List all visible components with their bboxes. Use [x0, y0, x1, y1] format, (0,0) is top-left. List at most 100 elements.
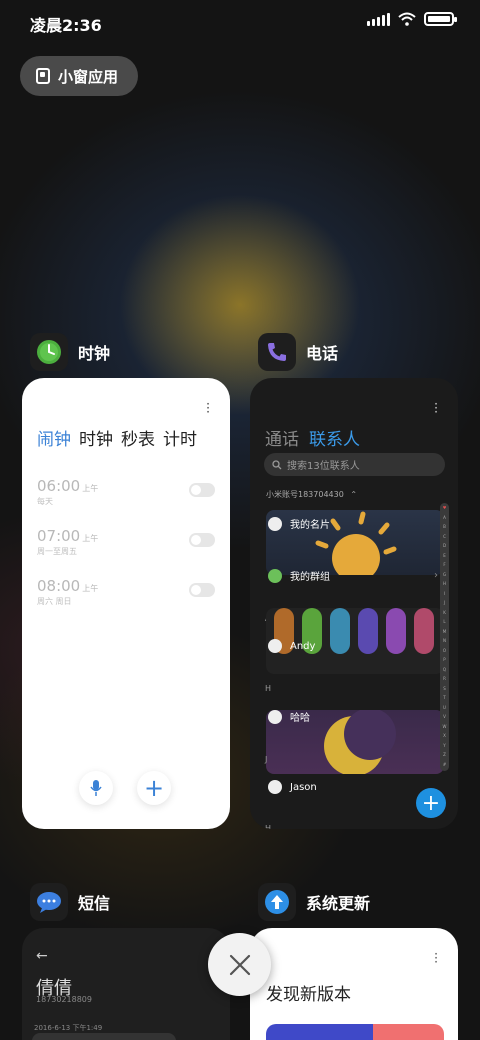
tab-calls[interactable]: 通话	[265, 425, 299, 450]
alarm-repeat: 周一至周五	[37, 547, 77, 556]
alarm-toggle[interactable]	[189, 583, 215, 597]
more-options-icon[interactable]: · · ·	[434, 948, 438, 968]
phone-app-name: 电话	[306, 344, 339, 363]
update-app-name: 系统更新	[306, 894, 371, 913]
alarm-toggle[interactable]	[189, 483, 215, 497]
jason-contact[interactable]: Jason	[268, 780, 317, 794]
index-letter[interactable]: C	[440, 532, 449, 542]
index-letter[interactable]: F	[440, 560, 449, 570]
index-letter[interactable]: U	[440, 703, 449, 713]
sms-app-card[interactable]: ← 倩倩 18730218809 2016-6-13 下午1:49	[22, 928, 230, 1040]
andy-label: Andy	[290, 640, 316, 652]
sms-contact-number: 18730218809	[36, 995, 92, 1004]
phone-app-icon	[258, 333, 296, 371]
sms-message-bubble	[32, 1033, 176, 1040]
update-headline: 发现新版本	[266, 985, 351, 1005]
index-letter[interactable]: O	[440, 646, 449, 656]
index-letter[interactable]: D	[440, 541, 449, 551]
haha-contact[interactable]: 哈哈	[268, 709, 310, 724]
person-icon	[268, 709, 282, 724]
jason-label: Jason	[290, 781, 317, 793]
tab-contacts[interactable]: 联系人	[309, 425, 360, 450]
update-app-header[interactable]: 系统更新	[258, 883, 370, 921]
index-letter[interactable]: A	[440, 513, 449, 523]
person-icon	[268, 516, 282, 531]
index-letter[interactable]: Z	[440, 750, 449, 760]
alarm-item[interactable]: 08:00 上午 周六 周日	[37, 576, 215, 616]
index-letter[interactable]: V	[440, 712, 449, 722]
index-letter[interactable]: P	[440, 655, 449, 665]
section-letter: J	[265, 755, 268, 764]
update-app-card[interactable]: · · · 发现新版本	[250, 928, 458, 1040]
clear-all-button[interactable]	[208, 933, 271, 996]
tab-clock[interactable]: 时钟	[79, 425, 113, 450]
status-bar: 凌晨2:36	[0, 0, 480, 42]
contact-search-input[interactable]: 搜索13位联系人	[264, 453, 445, 476]
alarm-ampm: 上午	[82, 584, 99, 593]
more-options-icon[interactable]: · · ·	[434, 398, 438, 418]
phone-app-card[interactable]: · · · 通话 联系人 搜索13位联系人 小米账号183704430 ⌃ 我的名片	[250, 378, 458, 829]
clock-app-card[interactable]: · · · 闹钟 时钟 秒表 计时 06:00 上午 每天 07:00 上午 周一至周五…	[22, 378, 230, 829]
signal-icon	[367, 12, 390, 26]
index-letter[interactable]: G	[440, 570, 449, 580]
my-card-contact[interactable]: 我的名片	[268, 516, 330, 531]
index-letter[interactable]: J	[440, 598, 449, 608]
person-icon	[268, 780, 282, 794]
plus-icon: +	[143, 774, 165, 802]
close-icon	[229, 954, 250, 975]
phone-app-header[interactable]: 电话	[258, 333, 338, 371]
floating-window-label: 小窗应用	[58, 67, 119, 86]
alarm-item[interactable]: 07:00 上午 周一至周五	[37, 526, 215, 566]
account-label: 小米账号183704430	[266, 490, 344, 499]
index-letter[interactable]: ♥	[440, 503, 449, 513]
update-banner	[266, 1024, 444, 1040]
floating-window-icon	[36, 68, 50, 84]
clock-app-header[interactable]: 时钟	[30, 333, 110, 371]
index-letter[interactable]: R	[440, 674, 449, 684]
alarm-time: 06:00	[37, 477, 81, 495]
index-letter[interactable]: #	[440, 760, 449, 770]
index-letter[interactable]: Y	[440, 741, 449, 751]
index-letter[interactable]: K	[440, 608, 449, 618]
andy-contact[interactable]: Andy	[268, 639, 315, 653]
my-group-row[interactable]: 我的群组 ›	[268, 568, 438, 583]
battery-icon	[424, 12, 457, 26]
more-options-icon[interactable]: · · ·	[206, 398, 210, 418]
index-letter[interactable]: Q	[440, 665, 449, 675]
index-letter[interactable]: N	[440, 636, 449, 646]
sms-date: 2016-6-13 下午1:49	[34, 1024, 103, 1032]
my-card-label: 我的名片	[290, 520, 330, 531]
floating-window-apps-button[interactable]: 小窗应用	[20, 56, 138, 96]
sms-app-name: 短信	[78, 894, 111, 913]
alarm-time: 07:00	[37, 527, 81, 545]
add-alarm-button[interactable]: +	[137, 771, 171, 805]
index-letter[interactable]: T	[440, 693, 449, 703]
back-arrow-icon[interactable]: ←	[36, 948, 48, 964]
index-letter[interactable]: L	[440, 617, 449, 627]
sms-app-header[interactable]: 短信	[30, 883, 110, 921]
alarm-toggle[interactable]	[189, 533, 215, 547]
tab-timer[interactable]: 计时	[163, 425, 197, 450]
wifi-icon	[398, 12, 416, 26]
index-letter[interactable]: B	[440, 522, 449, 532]
index-letter[interactable]: M	[440, 627, 449, 637]
voice-alarm-button[interactable]	[79, 771, 113, 805]
section-letter: H	[265, 684, 272, 693]
tab-alarm[interactable]: 闹钟	[37, 425, 71, 450]
alarm-ampm: 上午	[82, 534, 99, 543]
index-letter[interactable]: X	[440, 731, 449, 741]
index-letter[interactable]: E	[440, 551, 449, 561]
status-time: 凌晨2:36	[30, 16, 102, 35]
clock-icon	[37, 340, 61, 364]
alarm-ampm: 上午	[82, 484, 99, 493]
alphabet-index-scrollbar[interactable]: ♥ A B C D E F G H I J K L M N O P Q R S T U V W X Y Z #	[440, 503, 449, 771]
add-contact-button[interactable]: +	[416, 788, 446, 818]
clock-app-name: 时钟	[78, 344, 111, 363]
index-letter[interactable]: S	[440, 684, 449, 694]
index-letter[interactable]: I	[440, 589, 449, 599]
tab-stopwatch[interactable]: 秒表	[121, 425, 155, 450]
account-selector[interactable]: 小米账号183704430 ⌃	[266, 489, 357, 500]
alarm-item[interactable]: 06:00 上午 每天	[37, 476, 215, 516]
index-letter[interactable]: W	[440, 722, 449, 732]
index-letter[interactable]: H	[440, 579, 449, 589]
